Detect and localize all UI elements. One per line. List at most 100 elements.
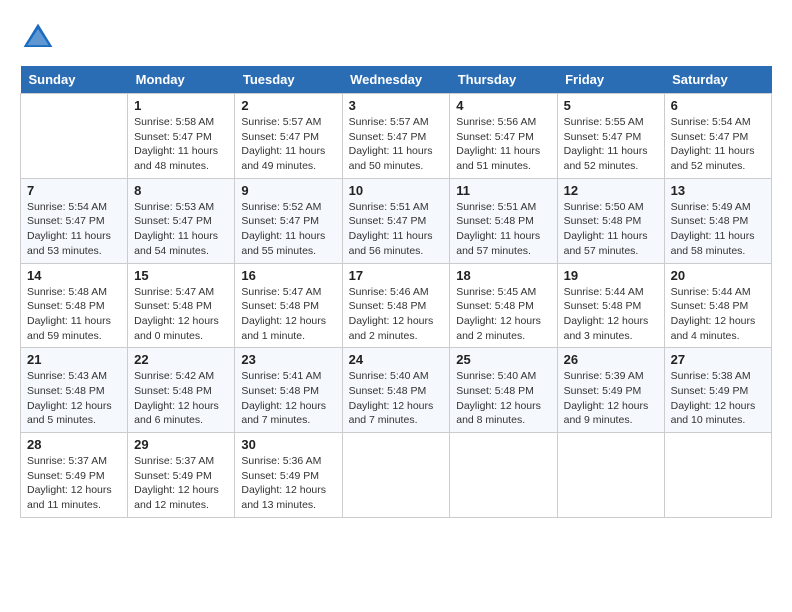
calendar-day: 8 Sunrise: 5:53 AM Sunset: 5:47 PM Daylig… — [128, 178, 235, 263]
day-info: Sunrise: 5:42 AM Sunset: 5:48 PM Dayligh… — [134, 369, 228, 428]
calendar-week-3: 14 Sunrise: 5:48 AM Sunset: 5:48 PM Dayli… — [21, 263, 772, 348]
day-info: Sunrise: 5:52 AM Sunset: 5:47 PM Dayligh… — [241, 200, 335, 259]
day-number: 13 — [671, 183, 765, 198]
day-info: Sunrise: 5:50 AM Sunset: 5:48 PM Dayligh… — [564, 200, 658, 259]
calendar-day: 21 Sunrise: 5:43 AM Sunset: 5:48 PM Dayli… — [21, 348, 128, 433]
day-number: 15 — [134, 268, 228, 283]
calendar-day: 29 Sunrise: 5:37 AM Sunset: 5:49 PM Dayli… — [128, 433, 235, 518]
day-info: Sunrise: 5:45 AM Sunset: 5:48 PM Dayligh… — [456, 285, 550, 344]
day-number: 14 — [27, 268, 121, 283]
calendar-day: 13 Sunrise: 5:49 AM Sunset: 5:48 PM Dayli… — [664, 178, 771, 263]
calendar-day: 27 Sunrise: 5:38 AM Sunset: 5:49 PM Dayli… — [664, 348, 771, 433]
day-number: 25 — [456, 352, 550, 367]
logo — [20, 20, 62, 56]
day-info: Sunrise: 5:57 AM Sunset: 5:47 PM Dayligh… — [241, 115, 335, 174]
day-number: 30 — [241, 437, 335, 452]
day-number: 3 — [349, 98, 444, 113]
calendar-day: 19 Sunrise: 5:44 AM Sunset: 5:48 PM Dayli… — [557, 263, 664, 348]
day-number: 8 — [134, 183, 228, 198]
day-info: Sunrise: 5:51 AM Sunset: 5:47 PM Dayligh… — [349, 200, 444, 259]
calendar-day: 24 Sunrise: 5:40 AM Sunset: 5:48 PM Dayli… — [342, 348, 450, 433]
calendar-day: 12Sunrise: 5:50 AM Sunset: 5:48 PM Dayli… — [557, 178, 664, 263]
calendar-day: 15 Sunrise: 5:47 AM Sunset: 5:48 PM Dayli… — [128, 263, 235, 348]
day-info: Sunrise: 5:37 AM Sunset: 5:49 PM Dayligh… — [134, 454, 228, 513]
day-info: Sunrise: 5:44 AM Sunset: 5:48 PM Dayligh… — [564, 285, 658, 344]
day-info: Sunrise: 5:38 AM Sunset: 5:49 PM Dayligh… — [671, 369, 765, 428]
calendar-day: 4 Sunrise: 5:56 AM Sunset: 5:47 PM Daylig… — [450, 94, 557, 179]
day-info: Sunrise: 5:56 AM Sunset: 5:47 PM Dayligh… — [456, 115, 550, 174]
day-number: 11 — [456, 183, 550, 198]
day-info: Sunrise: 5:40 AM Sunset: 5:48 PM Dayligh… — [349, 369, 444, 428]
calendar-day — [450, 433, 557, 518]
calendar-day: 23 Sunrise: 5:41 AM Sunset: 5:48 PM Dayli… — [235, 348, 342, 433]
column-header-saturday: Saturday — [664, 66, 771, 94]
column-header-wednesday: Wednesday — [342, 66, 450, 94]
day-number: 17 — [349, 268, 444, 283]
calendar-day: 9 Sunrise: 5:52 AM Sunset: 5:47 PM Daylig… — [235, 178, 342, 263]
day-info: Sunrise: 5:39 AM Sunset: 5:49 PM Dayligh… — [564, 369, 658, 428]
day-number: 24 — [349, 352, 444, 367]
calendar-day: 6 Sunrise: 5:54 AM Sunset: 5:47 PM Daylig… — [664, 94, 771, 179]
calendar-day: 26 Sunrise: 5:39 AM Sunset: 5:49 PM Dayli… — [557, 348, 664, 433]
day-number: 2 — [241, 98, 335, 113]
day-info: Sunrise: 5:54 AM Sunset: 5:47 PM Dayligh… — [27, 200, 121, 259]
calendar-week-2: 7 Sunrise: 5:54 AM Sunset: 5:47 PM Daylig… — [21, 178, 772, 263]
calendar-day — [557, 433, 664, 518]
day-info: Sunrise: 5:37 AM Sunset: 5:49 PM Dayligh… — [27, 454, 121, 513]
day-number: 5 — [564, 98, 658, 113]
calendar-day: 17 Sunrise: 5:46 AM Sunset: 5:48 PM Dayli… — [342, 263, 450, 348]
calendar-week-5: 28 Sunrise: 5:37 AM Sunset: 5:49 PM Dayli… — [21, 433, 772, 518]
calendar-week-1: 1Sunrise: 5:58 AM Sunset: 5:47 PM Daylig… — [21, 94, 772, 179]
calendar-day — [664, 433, 771, 518]
day-info: Sunrise: 5:36 AM Sunset: 5:49 PM Dayligh… — [241, 454, 335, 513]
day-number: 21 — [27, 352, 121, 367]
calendar-day: 14 Sunrise: 5:48 AM Sunset: 5:48 PM Dayli… — [21, 263, 128, 348]
day-number: 9 — [241, 183, 335, 198]
day-info: Sunrise: 5:54 AM Sunset: 5:47 PM Dayligh… — [671, 115, 765, 174]
day-info: Sunrise: 5:47 AM Sunset: 5:48 PM Dayligh… — [134, 285, 228, 344]
day-number: 28 — [27, 437, 121, 452]
day-number: 20 — [671, 268, 765, 283]
day-info: Sunrise: 5:44 AM Sunset: 5:48 PM Dayligh… — [671, 285, 765, 344]
calendar-week-4: 21 Sunrise: 5:43 AM Sunset: 5:48 PM Dayli… — [21, 348, 772, 433]
day-number: 19 — [564, 268, 658, 283]
calendar-day: 11 Sunrise: 5:51 AM Sunset: 5:48 PM Dayli… — [450, 178, 557, 263]
calendar-day: 16 Sunrise: 5:47 AM Sunset: 5:48 PM Dayli… — [235, 263, 342, 348]
logo-icon — [20, 20, 56, 56]
calendar-day — [21, 94, 128, 179]
calendar-day: 28 Sunrise: 5:37 AM Sunset: 5:49 PM Dayli… — [21, 433, 128, 518]
day-info: Sunrise: 5:46 AM Sunset: 5:48 PM Dayligh… — [349, 285, 444, 344]
day-info: Sunrise: 5:49 AM Sunset: 5:48 PM Dayligh… — [671, 200, 765, 259]
column-header-sunday: Sunday — [21, 66, 128, 94]
day-number: 27 — [671, 352, 765, 367]
calendar-day: 5 Sunrise: 5:55 AM Sunset: 5:47 PM Daylig… — [557, 94, 664, 179]
day-number: 1 — [134, 98, 228, 113]
day-info: Sunrise: 5:47 AM Sunset: 5:48 PM Dayligh… — [241, 285, 335, 344]
day-number: 26 — [564, 352, 658, 367]
calendar-header-row: SundayMondayTuesdayWednesdayThursdayFrid… — [21, 66, 772, 94]
day-info: Sunrise: 5:40 AM Sunset: 5:48 PM Dayligh… — [456, 369, 550, 428]
column-header-tuesday: Tuesday — [235, 66, 342, 94]
day-info: Sunrise: 5:48 AM Sunset: 5:48 PM Dayligh… — [27, 285, 121, 344]
calendar-day: 30 Sunrise: 5:36 AM Sunset: 5:49 PM Dayli… — [235, 433, 342, 518]
day-info: Sunrise: 5:41 AM Sunset: 5:48 PM Dayligh… — [241, 369, 335, 428]
day-number: 23 — [241, 352, 335, 367]
calendar-table: SundayMondayTuesdayWednesdayThursdayFrid… — [20, 66, 772, 518]
day-info: Sunrise: 5:53 AM Sunset: 5:47 PM Dayligh… — [134, 200, 228, 259]
calendar-day: 22Sunrise: 5:42 AM Sunset: 5:48 PM Dayli… — [128, 348, 235, 433]
calendar-day: 1Sunrise: 5:58 AM Sunset: 5:47 PM Daylig… — [128, 94, 235, 179]
day-number: 29 — [134, 437, 228, 452]
day-info: Sunrise: 5:57 AM Sunset: 5:47 PM Dayligh… — [349, 115, 444, 174]
day-info: Sunrise: 5:55 AM Sunset: 5:47 PM Dayligh… — [564, 115, 658, 174]
day-number: 4 — [456, 98, 550, 113]
day-number: 6 — [671, 98, 765, 113]
column-header-friday: Friday — [557, 66, 664, 94]
day-info: Sunrise: 5:51 AM Sunset: 5:48 PM Dayligh… — [456, 200, 550, 259]
calendar-day: 3 Sunrise: 5:57 AM Sunset: 5:47 PM Daylig… — [342, 94, 450, 179]
calendar-day: 25 Sunrise: 5:40 AM Sunset: 5:48 PM Dayli… — [450, 348, 557, 433]
calendar-day: 18Sunrise: 5:45 AM Sunset: 5:48 PM Dayli… — [450, 263, 557, 348]
calendar-day — [342, 433, 450, 518]
day-info: Sunrise: 5:43 AM Sunset: 5:48 PM Dayligh… — [27, 369, 121, 428]
day-number: 7 — [27, 183, 121, 198]
day-number: 16 — [241, 268, 335, 283]
